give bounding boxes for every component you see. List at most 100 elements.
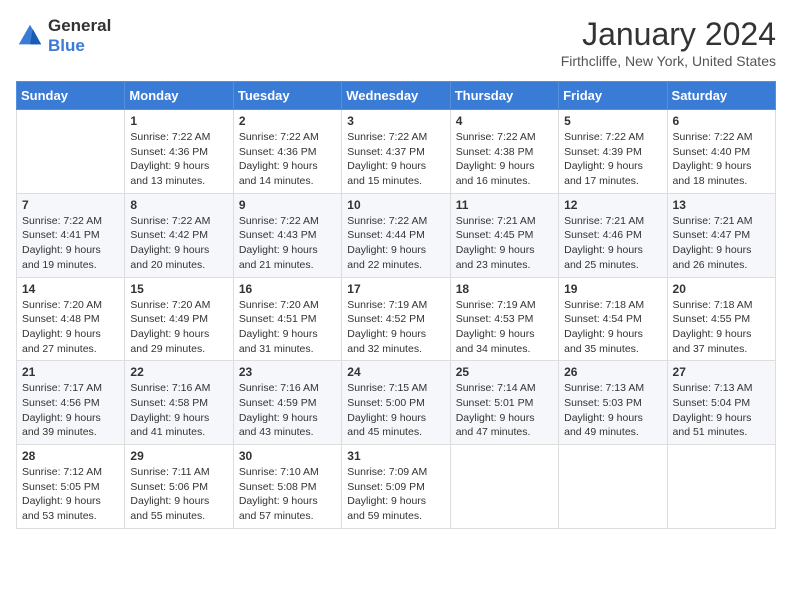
day-info: Sunrise: 7:16 AMSunset: 4:59 PMDaylight:… [239,381,336,440]
calendar-cell [667,445,775,529]
day-number: 5 [564,114,661,128]
weekday-header-wednesday: Wednesday [342,82,450,110]
day-number: 21 [22,365,119,379]
day-number: 8 [130,198,227,212]
calendar-cell: 5 Sunrise: 7:22 AMSunset: 4:39 PMDaylight… [559,110,667,194]
week-row-1: 1 Sunrise: 7:22 AMSunset: 4:36 PMDaylight… [17,110,776,194]
day-info: Sunrise: 7:15 AMSunset: 5:00 PMDaylight:… [347,381,444,440]
day-number: 27 [673,365,770,379]
calendar-cell: 8Sunrise: 7:22 AMSunset: 4:42 PMDaylight… [125,193,233,277]
day-number: 17 [347,282,444,296]
weekday-header-friday: Friday [559,82,667,110]
calendar-cell: 13 Sunrise: 7:21 AMSunset: 4:47 PMDayligh… [667,193,775,277]
day-number: 26 [564,365,661,379]
calendar-cell: 29 Sunrise: 7:11 AMSunset: 5:06 PMDayligh… [125,445,233,529]
logo-icon [16,22,44,50]
day-info: Sunrise: 7:19 AMSunset: 4:53 PMDaylight:… [456,298,553,357]
calendar-subtitle: Firthcliffe, New York, United States [561,53,776,69]
day-number: 10 [347,198,444,212]
calendar-cell: 23Sunrise: 7:16 AMSunset: 4:59 PMDayligh… [233,361,341,445]
calendar-cell: 30 Sunrise: 7:10 AMSunset: 5:08 PMDayligh… [233,445,341,529]
calendar-cell [17,110,125,194]
calendar-cell: 11Sunrise: 7:21 AMSunset: 4:45 PMDayligh… [450,193,558,277]
weekday-header-row: SundayMondayTuesdayWednesdayThursdayFrid… [17,82,776,110]
day-number: 11 [456,198,553,212]
day-info: Sunrise: 7:22 AMSunset: 4:39 PMDaylight:… [564,130,661,189]
title-block: January 2024 Firthcliffe, New York, Unit… [561,16,776,69]
calendar-cell: 16Sunrise: 7:20 AMSunset: 4:51 PMDayligh… [233,277,341,361]
logo: General Blue [16,16,111,56]
calendar-cell: 25 Sunrise: 7:14 AMSunset: 5:01 PMDayligh… [450,361,558,445]
day-number: 28 [22,449,119,463]
weekday-header-saturday: Saturday [667,82,775,110]
calendar-cell: 9Sunrise: 7:22 AMSunset: 4:43 PMDaylight… [233,193,341,277]
day-number: 25 [456,365,553,379]
weekday-header-thursday: Thursday [450,82,558,110]
day-number: 18 [456,282,553,296]
day-number: 30 [239,449,336,463]
day-number: 13 [673,198,770,212]
day-info: Sunrise: 7:22 AMSunset: 4:41 PMDaylight:… [22,214,119,273]
calendar-cell: 24 Sunrise: 7:15 AMSunset: 5:00 PMDayligh… [342,361,450,445]
week-row-5: 28Sunrise: 7:12 AMSunset: 5:05 PMDayligh… [17,445,776,529]
calendar-cell: 22 Sunrise: 7:16 AMSunset: 4:58 PMDayligh… [125,361,233,445]
day-number: 22 [130,365,227,379]
calendar-cell: 12 Sunrise: 7:21 AMSunset: 4:46 PMDayligh… [559,193,667,277]
calendar-cell: 2 Sunrise: 7:22 AMSunset: 4:36 PMDaylight… [233,110,341,194]
day-number: 14 [22,282,119,296]
calendar-cell: 26 Sunrise: 7:13 AMSunset: 5:03 PMDayligh… [559,361,667,445]
day-number: 2 [239,114,336,128]
week-row-4: 21Sunrise: 7:17 AMSunset: 4:56 PMDayligh… [17,361,776,445]
day-info: Sunrise: 7:22 AMSunset: 4:37 PMDaylight:… [347,130,444,189]
day-info: Sunrise: 7:16 AMSunset: 4:58 PMDaylight:… [130,381,227,440]
day-number: 12 [564,198,661,212]
calendar-cell [450,445,558,529]
calendar-cell: 27 Sunrise: 7:13 AMSunset: 5:04 PMDayligh… [667,361,775,445]
calendar-cell: 14 Sunrise: 7:20 AMSunset: 4:48 PMDayligh… [17,277,125,361]
calendar-cell: 3 Sunrise: 7:22 AMSunset: 4:37 PMDaylight… [342,110,450,194]
page-header: General Blue January 2024 Firthcliffe, N… [16,16,776,69]
day-info: Sunrise: 7:18 AMSunset: 4:54 PMDaylight:… [564,298,661,357]
weekday-header-monday: Monday [125,82,233,110]
day-number: 3 [347,114,444,128]
day-info: Sunrise: 7:20 AMSunset: 4:48 PMDaylight:… [22,298,119,357]
calendar-cell: 17 Sunrise: 7:19 AMSunset: 4:52 PMDayligh… [342,277,450,361]
day-number: 7 [22,198,119,212]
day-info: Sunrise: 7:20 AMSunset: 4:51 PMDaylight:… [239,298,336,357]
logo-wordmark: General Blue [48,16,111,56]
calendar-cell [559,445,667,529]
day-number: 29 [130,449,227,463]
day-info: Sunrise: 7:22 AMSunset: 4:40 PMDaylight:… [673,130,770,189]
day-info: Sunrise: 7:20 AMSunset: 4:49 PMDaylight:… [130,298,227,357]
day-info: Sunrise: 7:22 AMSunset: 4:36 PMDaylight:… [239,130,336,189]
day-info: Sunrise: 7:19 AMSunset: 4:52 PMDaylight:… [347,298,444,357]
day-info: Sunrise: 7:11 AMSunset: 5:06 PMDaylight:… [130,465,227,524]
day-info: Sunrise: 7:22 AMSunset: 4:38 PMDaylight:… [456,130,553,189]
day-info: Sunrise: 7:14 AMSunset: 5:01 PMDaylight:… [456,381,553,440]
calendar-cell: 20 Sunrise: 7:18 AMSunset: 4:55 PMDayligh… [667,277,775,361]
day-number: 4 [456,114,553,128]
weekday-header-tuesday: Tuesday [233,82,341,110]
day-info: Sunrise: 7:21 AMSunset: 4:47 PMDaylight:… [673,214,770,273]
calendar-cell: 10 Sunrise: 7:22 AMSunset: 4:44 PMDayligh… [342,193,450,277]
logo-blue: Blue [48,36,85,55]
calendar-cell: 15 Sunrise: 7:20 AMSunset: 4:49 PMDayligh… [125,277,233,361]
logo-general: General [48,16,111,35]
day-info: Sunrise: 7:13 AMSunset: 5:03 PMDaylight:… [564,381,661,440]
day-info: Sunrise: 7:22 AMSunset: 4:44 PMDaylight:… [347,214,444,273]
day-info: Sunrise: 7:18 AMSunset: 4:55 PMDaylight:… [673,298,770,357]
day-number: 1 [130,114,227,128]
day-number: 15 [130,282,227,296]
day-info: Sunrise: 7:21 AMSunset: 4:46 PMDaylight:… [564,214,661,273]
calendar-cell: 21Sunrise: 7:17 AMSunset: 4:56 PMDayligh… [17,361,125,445]
day-number: 9 [239,198,336,212]
calendar-cell: 4 Sunrise: 7:22 AMSunset: 4:38 PMDaylight… [450,110,558,194]
day-info: Sunrise: 7:10 AMSunset: 5:08 PMDaylight:… [239,465,336,524]
day-info: Sunrise: 7:13 AMSunset: 5:04 PMDaylight:… [673,381,770,440]
day-number: 20 [673,282,770,296]
day-number: 31 [347,449,444,463]
day-number: 24 [347,365,444,379]
day-info: Sunrise: 7:22 AMSunset: 4:36 PMDaylight:… [130,130,227,189]
calendar-cell: 19Sunrise: 7:18 AMSunset: 4:54 PMDayligh… [559,277,667,361]
calendar-cell: 7 Sunrise: 7:22 AMSunset: 4:41 PMDaylight… [17,193,125,277]
